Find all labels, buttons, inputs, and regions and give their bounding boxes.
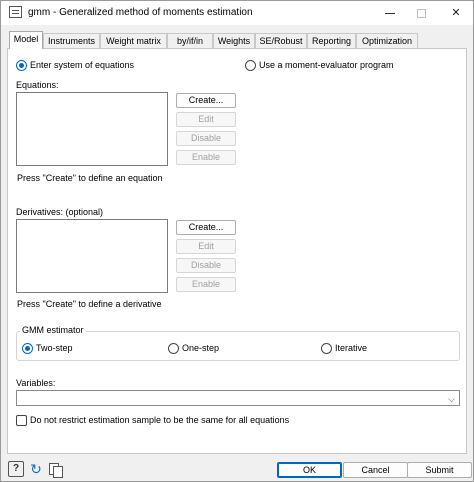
close-icon: ✕ [451, 7, 461, 19]
minimize-button[interactable] [375, 3, 405, 23]
variables-label: Variables: [16, 378, 56, 388]
close-button[interactable]: ✕ [441, 3, 471, 23]
window-title: gmm - Generalized method of moments esti… [28, 7, 253, 18]
enter-equations-radio[interactable] [16, 60, 27, 71]
iterative-radio[interactable] [321, 343, 332, 354]
equations-label: Equations: [16, 80, 59, 90]
equations-hint: Press "Create" to define an equation [17, 173, 163, 183]
restrict-sample-checkbox[interactable] [16, 415, 27, 426]
tab-optimization[interactable]: Optimization [356, 33, 418, 48]
equations-listbox[interactable] [16, 92, 168, 166]
help-icon[interactable]: ? [8, 461, 24, 477]
app-icon [9, 6, 22, 18]
tab-se-robust[interactable]: SE/Robust [255, 33, 307, 48]
derivative-enable-button[interactable]: Enable [176, 277, 236, 292]
minimize-icon [385, 12, 395, 14]
iterative-label[interactable]: Iterative [335, 343, 367, 353]
equation-edit-button[interactable]: Edit [176, 112, 236, 127]
equation-create-button[interactable]: Create... [176, 93, 236, 108]
tab-instruments[interactable]: Instruments [43, 33, 100, 48]
maximize-button [406, 3, 436, 23]
variables-combobox[interactable]: ⌵ [16, 390, 460, 406]
cancel-button[interactable]: Cancel [343, 462, 408, 478]
one-step-radio[interactable] [168, 343, 179, 354]
derivative-edit-button[interactable]: Edit [176, 239, 236, 254]
equation-disable-button[interactable]: Disable [176, 131, 236, 146]
submit-button[interactable]: Submit [407, 462, 472, 478]
tab-weights[interactable]: Weights [213, 33, 255, 48]
derivatives-hint: Press "Create" to define a derivative [17, 299, 162, 309]
restrict-sample-label[interactable]: Do not restrict estimation sample to be … [30, 415, 289, 425]
tab-by-if-in[interactable]: by/if/in [167, 33, 213, 48]
dialog-window: gmm - Generalized method of moments esti… [0, 0, 474, 482]
enter-equations-label[interactable]: Enter system of equations [30, 60, 134, 70]
derivatives-label: Derivatives: (optional) [16, 207, 104, 217]
title-bar: gmm - Generalized method of moments esti… [1, 1, 473, 25]
tab-reporting[interactable]: Reporting [307, 33, 356, 48]
one-step-label[interactable]: One-step [182, 343, 219, 353]
model-panel: Enter system of equations Use a moment-e… [7, 48, 467, 454]
tab-model[interactable]: Model [9, 31, 43, 49]
derivative-create-button[interactable]: Create... [176, 220, 236, 235]
chevron-down-icon[interactable]: ⌵ [448, 394, 455, 405]
tab-weight-matrix[interactable]: Weight matrix [100, 33, 167, 48]
copy-icon[interactable] [47, 461, 63, 478]
moment-evaluator-radio[interactable] [245, 60, 256, 71]
moment-evaluator-label[interactable]: Use a moment-evaluator program [259, 60, 394, 70]
gmm-estimator-group [16, 331, 460, 361]
two-step-radio[interactable] [22, 343, 33, 354]
maximize-icon [416, 8, 426, 18]
derivative-disable-button[interactable]: Disable [176, 258, 236, 273]
ok-button[interactable]: OK [277, 462, 342, 478]
derivatives-listbox[interactable] [16, 219, 168, 293]
reset-icon[interactable]: ↻ [28, 461, 44, 477]
equation-enable-button[interactable]: Enable [176, 150, 236, 165]
two-step-label[interactable]: Two-step [36, 343, 73, 353]
gmm-estimator-title: GMM estimator [20, 325, 86, 335]
